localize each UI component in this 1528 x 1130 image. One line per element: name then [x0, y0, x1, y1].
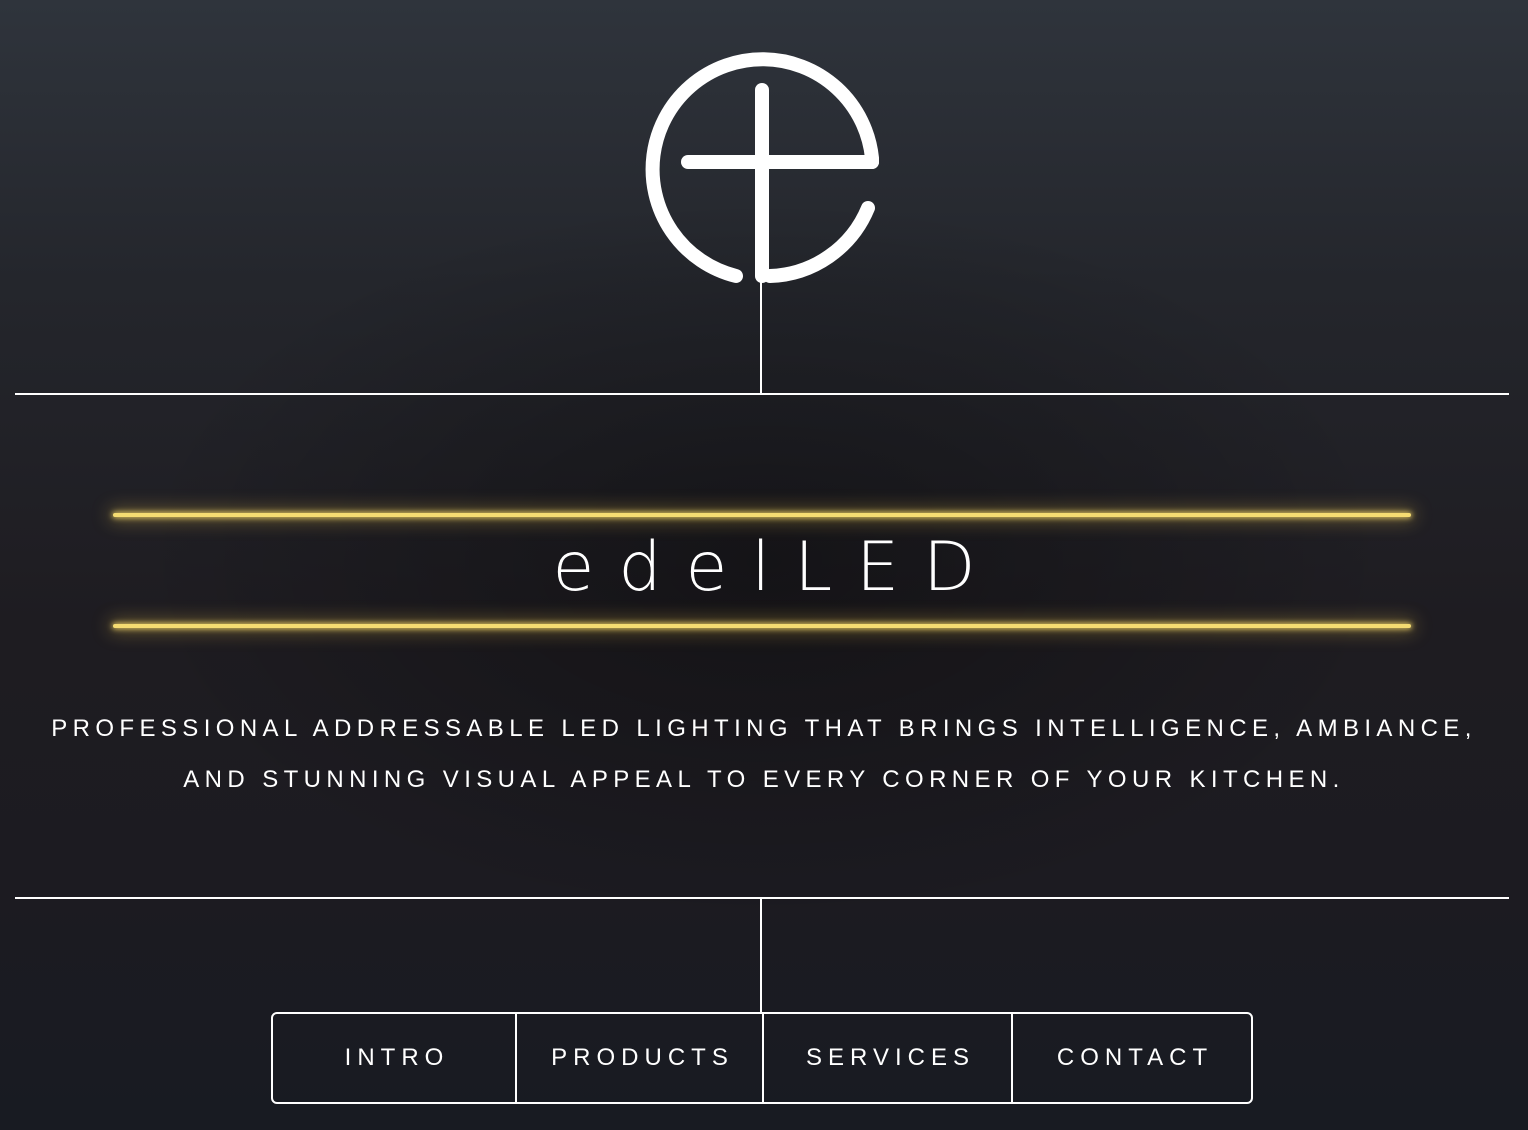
bottom-glow-bar — [113, 624, 1411, 628]
top-divider — [15, 393, 1509, 395]
nav-stem-line — [760, 899, 762, 1013]
nav-intro[interactable]: INTRO — [273, 1014, 515, 1102]
brand-name: edelLED — [552, 528, 1000, 607]
tagline-line-2: AND STUNNING VISUAL APPEAL TO EVERY CORN… — [183, 766, 1345, 793]
nav-services[interactable]: SERVICES — [762, 1014, 1011, 1102]
tagline: PROFESSIONAL ADDRESSABLE LED LIGHTING TH… — [40, 703, 1488, 805]
tagline-line-1: PROFESSIONAL ADDRESSABLE LED LIGHTING TH… — [51, 715, 1477, 742]
nav-contact[interactable]: CONTACT — [1011, 1014, 1251, 1102]
main-navigation: INTRO PRODUCTS SERVICES CONTACT — [271, 1012, 1253, 1104]
logo-stem-line — [760, 282, 762, 394]
nav-products[interactable]: PRODUCTS — [515, 1014, 762, 1102]
top-glow-bar — [113, 513, 1411, 517]
bottom-divider — [15, 897, 1509, 899]
edelled-logo-icon[interactable] — [636, 36, 888, 288]
